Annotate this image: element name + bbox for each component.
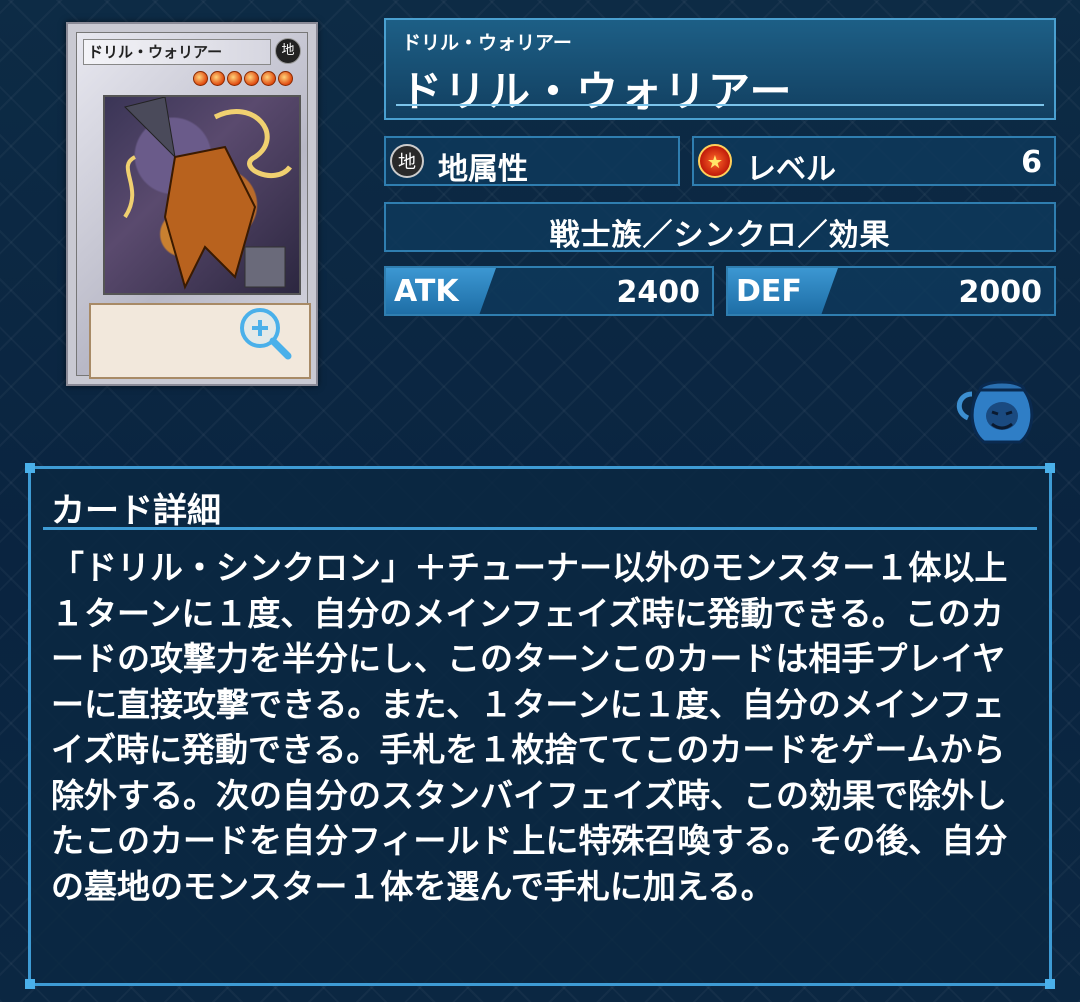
level-star-icon: ★ xyxy=(698,144,732,178)
attribute-box: 地 地属性 xyxy=(384,136,680,187)
level-star-icon xyxy=(193,71,208,86)
panel-corner xyxy=(1045,463,1055,473)
earth-attribute-icon: 地 xyxy=(390,144,424,178)
card-thumb-name: ドリル・ウォリアー xyxy=(83,39,271,65)
detail-title: カード詳細 xyxy=(51,491,221,531)
atk-label: ATK xyxy=(394,274,459,309)
level-value: 6 xyxy=(1021,145,1042,180)
def-box: DEF 2000 xyxy=(726,266,1056,316)
level-star-icon xyxy=(210,71,225,86)
atk-box: ATK 2400 xyxy=(384,266,714,316)
card-name-ruby: ドリル・ウォリアー xyxy=(402,32,572,54)
card-thumb-attribute-icon: 地 xyxy=(275,38,301,64)
def-value: 2000 xyxy=(958,275,1043,310)
pot-of-greed-icon[interactable] xyxy=(950,376,1042,448)
def-tag: DEF xyxy=(728,268,838,314)
card-thumb-level-stars xyxy=(193,71,293,86)
panel-corner xyxy=(25,463,35,473)
panel-corner xyxy=(25,979,35,989)
level-star-icon xyxy=(244,71,259,86)
level-star-icon xyxy=(261,71,276,86)
atk-value: 2400 xyxy=(616,275,701,310)
card-detail-panel: カード詳細 「ドリル・シンクロン」＋チューナー以外のモンスター１体以上 １ターン… xyxy=(25,463,1055,989)
panel-corner xyxy=(1045,979,1055,989)
card-effect-text: 「ドリル・シンクロン」＋チューナー以外のモンスター１体以上 １ターンに１度、自分… xyxy=(51,548,1008,906)
atk-tag: ATK xyxy=(386,268,496,314)
card-name-panel: ドリル・ウォリアー ドリル・ウォリアー xyxy=(384,18,1056,120)
level-star-icon xyxy=(278,71,293,86)
attribute-label: 地属性 xyxy=(438,152,528,187)
zoom-in-icon[interactable] xyxy=(236,304,294,362)
def-label: DEF xyxy=(736,274,802,309)
card-name: ドリル・ウォリアー xyxy=(400,67,794,116)
level-star-icon xyxy=(227,71,242,86)
detail-divider xyxy=(43,527,1037,530)
level-box: ★ レベル 6 xyxy=(692,136,1056,187)
level-label: レベル xyxy=(746,152,836,187)
type-box: 戦士族／シンクロ／効果 xyxy=(384,202,1056,253)
card-type-line: 戦士族／シンクロ／効果 xyxy=(549,218,891,253)
card-artwork xyxy=(103,95,301,295)
name-underline xyxy=(396,104,1044,106)
